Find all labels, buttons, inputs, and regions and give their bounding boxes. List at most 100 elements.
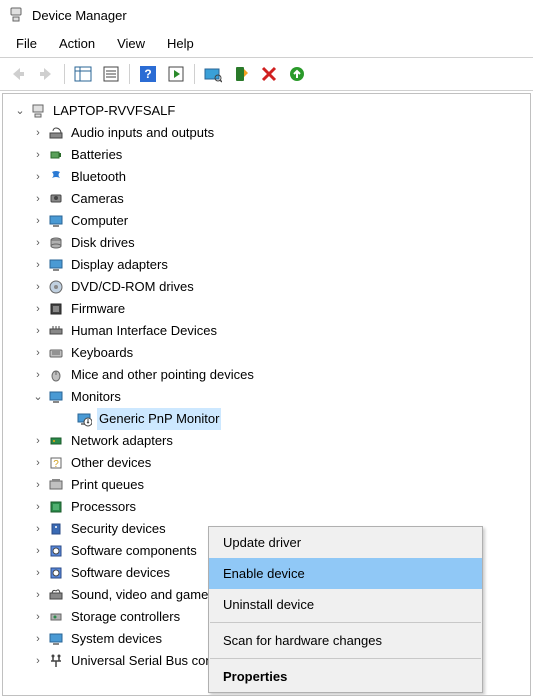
menu-view[interactable]: View xyxy=(107,32,155,55)
cm-separator xyxy=(210,658,481,659)
tree-category-label: Monitors xyxy=(69,386,123,408)
menu-help[interactable]: Help xyxy=(157,32,204,55)
expand-icon[interactable]: › xyxy=(31,588,45,602)
expand-icon[interactable]: › xyxy=(31,566,45,580)
expand-icon[interactable]: › xyxy=(31,544,45,558)
category-icon xyxy=(47,344,65,362)
tree-category-label: Print queues xyxy=(69,474,146,496)
expand-icon[interactable]: › xyxy=(31,478,45,492)
tree-category-label: Keyboards xyxy=(69,342,135,364)
collapse-icon[interactable]: ⌄ xyxy=(31,390,45,404)
device-tree[interactable]: ⌄ LAPTOP-RVVFSALF ›Audio inputs and outp… xyxy=(2,93,531,696)
help-button[interactable]: ? xyxy=(136,62,160,86)
tree-device[interactable]: Generic PnP Monitor xyxy=(7,408,526,430)
scan-hardware-button[interactable] xyxy=(201,62,225,86)
category-icon xyxy=(47,498,65,516)
expand-icon[interactable]: › xyxy=(31,258,45,272)
expand-icon[interactable]: › xyxy=(31,280,45,294)
cm-separator xyxy=(210,622,481,623)
tree-category[interactable]: › Disk drives xyxy=(7,232,526,254)
tree-category[interactable]: › Print queues xyxy=(7,474,526,496)
category-icon xyxy=(47,190,65,208)
uninstall-button[interactable] xyxy=(257,62,281,86)
tree-category[interactable]: › Processors xyxy=(7,496,526,518)
expand-icon[interactable]: › xyxy=(31,236,45,250)
tree-category-label: Mice and other pointing devices xyxy=(69,364,256,386)
category-icon xyxy=(47,168,65,186)
expand-icon[interactable]: › xyxy=(31,170,45,184)
tree-category[interactable]: › Keyboards xyxy=(7,342,526,364)
expand-icon[interactable]: › xyxy=(31,214,45,228)
expand-icon[interactable]: › xyxy=(31,302,45,316)
tree-category-label: Batteries xyxy=(69,144,124,166)
tree-category[interactable]: › Mice and other pointing devices xyxy=(7,364,526,386)
computer-icon xyxy=(29,102,47,120)
menubar: File Action View Help xyxy=(0,30,533,58)
cm-uninstall-device[interactable]: Uninstall device xyxy=(209,589,482,620)
category-icon xyxy=(47,520,65,538)
expand-icon[interactable]: › xyxy=(31,434,45,448)
toolbar: ? xyxy=(0,58,533,91)
tree-category-label: Bluetooth xyxy=(69,166,128,188)
expand-icon[interactable]: › xyxy=(31,126,45,140)
tree-category[interactable]: ⌄ Monitors xyxy=(7,386,526,408)
enable-button[interactable] xyxy=(285,62,309,86)
category-icon xyxy=(47,366,65,384)
tree-category[interactable]: ›Cameras xyxy=(7,188,526,210)
expand-icon[interactable]: › xyxy=(31,192,45,206)
cm-update-driver[interactable]: Update driver xyxy=(209,527,482,558)
expand-icon[interactable]: › xyxy=(31,346,45,360)
expand-icon[interactable]: › xyxy=(31,654,45,668)
category-icon xyxy=(47,300,65,318)
tree-category[interactable]: ›Display adapters xyxy=(7,254,526,276)
expand-icon[interactable]: › xyxy=(31,522,45,536)
expand-icon[interactable]: › xyxy=(31,610,45,624)
menu-action[interactable]: Action xyxy=(49,32,105,55)
toolbar-separator xyxy=(64,64,65,84)
tree-category-label: Disk drives xyxy=(69,232,137,254)
tree-category[interactable]: › Bluetooth xyxy=(7,166,526,188)
show-hide-tree-button[interactable] xyxy=(71,62,95,86)
tree-category-label: Software components xyxy=(69,540,199,562)
back-button[interactable] xyxy=(6,62,30,86)
cm-properties[interactable]: Properties xyxy=(209,661,482,692)
tree-category[interactable]: ›Computer xyxy=(7,210,526,232)
update-driver-button[interactable] xyxy=(229,62,253,86)
tree-category[interactable]: › Network adapters xyxy=(7,430,526,452)
expand-icon[interactable]: › xyxy=(31,324,45,338)
expand-icon[interactable]: › xyxy=(31,368,45,382)
tree-category[interactable]: ›DVD/CD-ROM drives xyxy=(7,276,526,298)
tree-category-label: Firmware xyxy=(69,298,127,320)
context-menu: Update driver Enable device Uninstall de… xyxy=(208,526,483,693)
category-icon xyxy=(47,388,65,406)
menu-file[interactable]: File xyxy=(6,32,47,55)
collapse-icon[interactable]: ⌄ xyxy=(13,104,27,118)
expand-icon[interactable]: › xyxy=(31,632,45,646)
category-icon xyxy=(47,608,65,626)
category-icon xyxy=(47,542,65,560)
expand-icon[interactable]: › xyxy=(31,456,45,470)
expand-icon[interactable]: › xyxy=(31,148,45,162)
tree-category[interactable]: ›Audio inputs and outputs xyxy=(7,122,526,144)
category-icon xyxy=(47,564,65,582)
cm-enable-device[interactable]: Enable device xyxy=(209,558,482,589)
category-icon xyxy=(47,234,65,252)
category-icon xyxy=(47,124,65,142)
category-icon xyxy=(47,630,65,648)
tree-category-label: Network adapters xyxy=(69,430,175,452)
tree-category[interactable]: › Batteries xyxy=(7,144,526,166)
category-icon xyxy=(47,278,65,296)
tree-category[interactable]: › Firmware xyxy=(7,298,526,320)
tree-category[interactable]: ›Human Interface Devices xyxy=(7,320,526,342)
category-icon xyxy=(47,652,65,670)
tree-category-label: Other devices xyxy=(69,452,153,474)
action-button[interactable] xyxy=(164,62,188,86)
tree-category[interactable]: ›?Other devices xyxy=(7,452,526,474)
expand-icon[interactable]: › xyxy=(31,500,45,514)
forward-button[interactable] xyxy=(34,62,58,86)
tree-root[interactable]: ⌄ LAPTOP-RVVFSALF xyxy=(7,100,526,122)
cm-scan-hardware[interactable]: Scan for hardware changes xyxy=(209,625,482,656)
tree-category-label: Processors xyxy=(69,496,138,518)
properties-button[interactable] xyxy=(99,62,123,86)
toolbar-separator xyxy=(194,64,195,84)
